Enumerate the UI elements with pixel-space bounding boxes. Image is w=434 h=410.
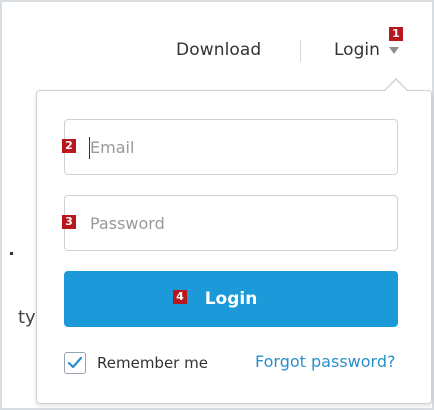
- login-submit-button[interactable]: Login: [64, 271, 398, 327]
- annotation-badge-2: 2: [62, 139, 76, 153]
- forgot-password-link[interactable]: Forgot password?: [255, 352, 395, 371]
- top-navigation: Download Login 1: [0, 0, 434, 86]
- annotation-badge-3: 3: [62, 215, 76, 229]
- nav-download-link[interactable]: Download: [176, 40, 261, 60]
- nav-login-link[interactable]: Login: [334, 40, 380, 60]
- dropdown-pointer-fill: [384, 80, 408, 92]
- email-input[interactable]: [65, 120, 397, 174]
- password-field[interactable]: [64, 195, 398, 251]
- background-partial-text: ty: [18, 307, 36, 328]
- login-submit-label: Login: [204, 289, 258, 309]
- annotation-badge-4: 4: [173, 290, 187, 304]
- nav-divider: [300, 40, 301, 62]
- background-dot: [10, 252, 13, 255]
- password-input[interactable]: [65, 196, 397, 250]
- email-field[interactable]: [64, 119, 398, 175]
- annotation-badge-1: 1: [389, 27, 403, 41]
- text-cursor: [89, 137, 90, 159]
- remember-me-checkbox[interactable]: [64, 352, 86, 374]
- caret-down-icon[interactable]: [389, 47, 399, 54]
- remember-me-label[interactable]: Remember me: [97, 354, 208, 372]
- checkmark-icon: [67, 356, 83, 369]
